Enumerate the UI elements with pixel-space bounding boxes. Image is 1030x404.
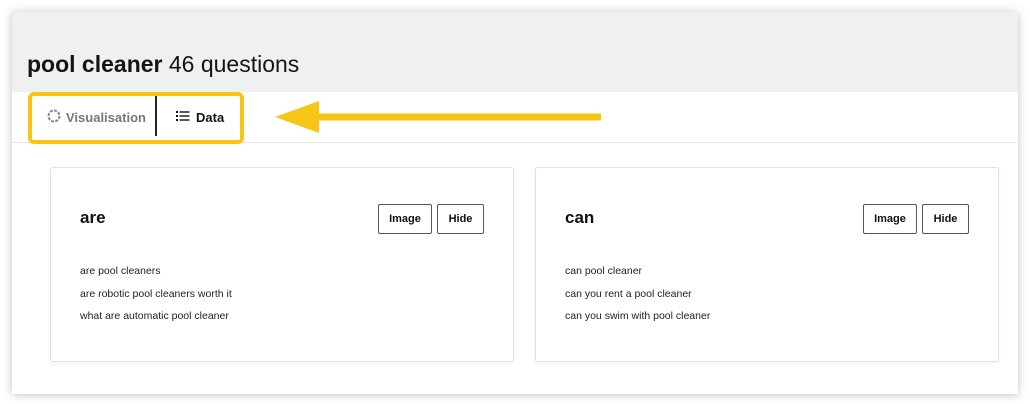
- list-item: what are automatic pool cleaner: [80, 310, 229, 322]
- image-button[interactable]: Image: [378, 204, 432, 234]
- list-item: can pool cleaner: [565, 265, 643, 277]
- app-frame: pool cleaner 46 questions Visualisation: [12, 12, 1018, 394]
- annotation-arrow-icon: [275, 101, 601, 133]
- tab-data-label: Data: [196, 109, 225, 125]
- hide-button[interactable]: Hide: [437, 204, 484, 234]
- page-title: pool cleaner 46 questions: [27, 50, 299, 78]
- list-item: can you rent a pool cleaner: [565, 287, 692, 300]
- list-icon: [176, 110, 190, 125]
- question-list: are pool cleaners are robotic pool clean…: [80, 260, 232, 328]
- list-item: are robotic pool cleaners worth it: [80, 287, 232, 300]
- header-band: pool cleaner 46 questions: [12, 12, 1018, 92]
- tab-visualisation[interactable]: Visualisation: [33, 92, 155, 142]
- list-item: are pool cleaners: [80, 265, 161, 277]
- question-list: can pool cleaner can you rent a pool cle…: [565, 260, 710, 328]
- card-title: are: [80, 208, 106, 227]
- question-card-can: can Image Hide can pool cleaner can you …: [535, 167, 999, 362]
- loading-circle-icon: [47, 109, 61, 126]
- hide-button[interactable]: Hide: [922, 204, 969, 234]
- image-button[interactable]: Image: [863, 204, 917, 234]
- list-item: can you swim with pool cleaner: [565, 310, 711, 322]
- tab-data[interactable]: Data: [156, 92, 240, 142]
- keyword-title: pool cleaner: [27, 51, 163, 77]
- card-title: can: [565, 208, 595, 227]
- question-count: 46 questions: [168, 51, 300, 77]
- tab-visualisation-label: Visualisation: [66, 109, 146, 125]
- question-card-are: are Image Hide are pool cleaners are rob…: [50, 167, 514, 362]
